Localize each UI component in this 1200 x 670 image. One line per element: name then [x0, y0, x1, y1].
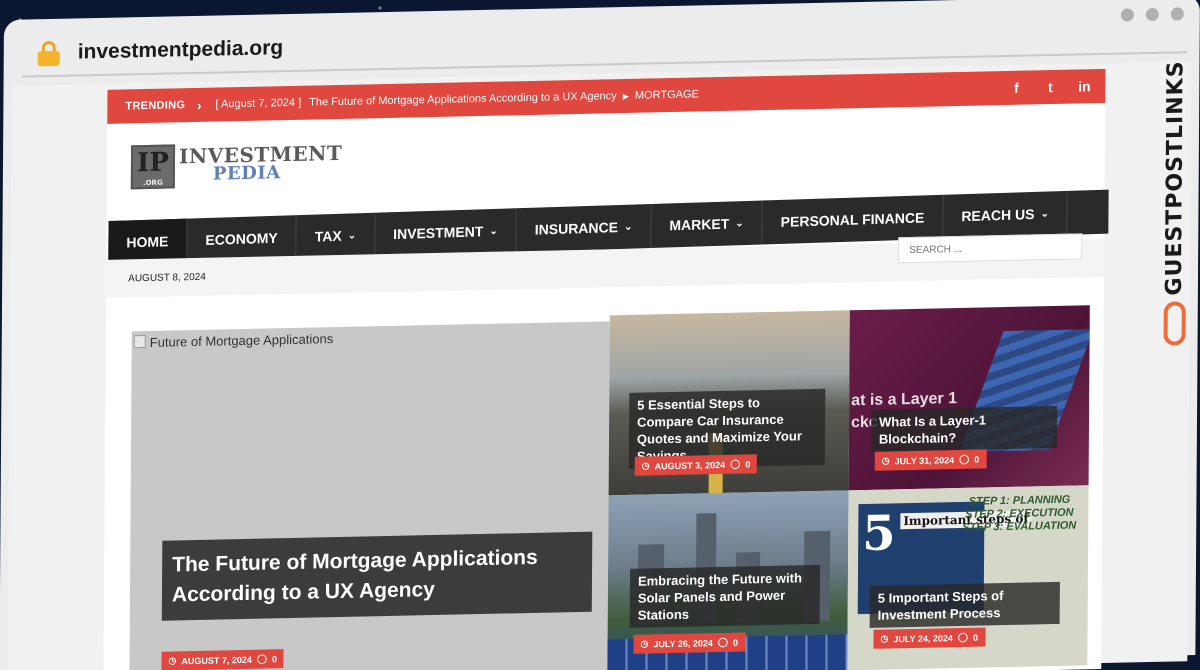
- post-date: JULY 26, 2024: [653, 637, 713, 649]
- clock-icon: ◷: [641, 460, 650, 471]
- page-viewport: TRENDING › [ August 7, 2024 ] The Future…: [7, 61, 1192, 670]
- logo-mark-text: IP: [137, 147, 169, 179]
- logo-mark[interactable]: IP .ORG: [130, 144, 176, 190]
- post-title[interactable]: 5 Important Steps of Investment Process: [869, 581, 1060, 628]
- comment-icon: ◯: [957, 631, 969, 643]
- comment-icon: ◯: [959, 453, 970, 464]
- post-card[interactable]: Embracing the Future with Solar Panels a…: [607, 490, 849, 670]
- trending-category[interactable]: MORTGAGE: [635, 88, 699, 101]
- nav-item-investment[interactable]: INVESTMENT ⌄: [374, 208, 517, 257]
- social-links: f t in: [1009, 78, 1091, 96]
- image-alt-text: Future of Mortgage Applications: [149, 331, 334, 350]
- nav-item-reach-us[interactable]: REACH US ⌄: [943, 190, 1069, 239]
- chevron-down-icon: ⌄: [623, 221, 633, 233]
- linkedin-icon[interactable]: in: [1077, 78, 1091, 94]
- post-meta: ◷ JULY 31, 2024 ◯ 0: [874, 449, 987, 471]
- featured-image: Future of Mortgage Applications: [133, 331, 334, 350]
- nav-item-label: MARKET: [669, 215, 730, 234]
- clock-icon: ◷: [880, 633, 889, 644]
- nav-item-insurance[interactable]: INSURANCE ⌄: [516, 203, 652, 253]
- image-text: 5: [862, 505, 896, 563]
- nav-item-label: INVESTMENT: [393, 223, 484, 243]
- post-card[interactable]: 5 Important steps of STEP 1: PLANNING ST…: [847, 485, 1089, 670]
- post-title[interactable]: Embracing the Future with Solar Panels a…: [629, 564, 821, 628]
- lock-icon: [37, 40, 60, 67]
- link-icon: [1163, 301, 1186, 346]
- post-card[interactable]: at is a Layer 1 ckc What Is a Layer-1 Bl…: [848, 305, 1090, 491]
- logo-mark-sub: .ORG: [142, 178, 163, 188]
- chevron-down-icon: ⌄: [735, 217, 744, 229]
- trending-date: [ August 7, 2024 ]: [215, 96, 302, 111]
- window-dot-icon[interactable]: [1120, 8, 1134, 22]
- trending-label: TRENDING: [125, 99, 186, 113]
- featured-grid: Future of Mortgage Applications The Futu…: [129, 305, 1091, 670]
- clock-icon: ◷: [168, 655, 177, 666]
- post-card[interactable]: 5 Essential Steps to Compare Car Insuran…: [608, 310, 850, 496]
- comment-count[interactable]: 0: [272, 654, 277, 664]
- triangle-right-icon: ▶: [622, 91, 629, 101]
- nav-item-tax[interactable]: TAX ⌄: [296, 212, 376, 260]
- post-meta: ◷ AUGUST 7, 2024 ◯ 0: [161, 649, 285, 670]
- clock-icon: ◷: [881, 455, 890, 466]
- comment-count[interactable]: 0: [974, 454, 979, 464]
- broken-image-icon: [133, 335, 146, 349]
- search-input[interactable]: [898, 233, 1083, 264]
- facebook-icon[interactable]: f: [1009, 80, 1023, 96]
- comment-icon: ◯: [256, 653, 268, 664]
- post-date: AUGUST 7, 2024: [181, 654, 252, 666]
- twitter-icon[interactable]: t: [1043, 79, 1057, 95]
- comment-count[interactable]: 0: [973, 632, 978, 642]
- nav-item-label: INSURANCE: [534, 219, 619, 238]
- trending-link[interactable]: The Future of Mortgage Applications Acco…: [309, 90, 617, 108]
- guestpostlinks-badge: GUESTPOSTLINKS: [1161, 55, 1193, 356]
- current-date: AUGUST 8, 2024: [128, 271, 206, 284]
- website: TRENDING › [ August 7, 2024 ] The Future…: [103, 68, 1109, 670]
- nav-item-label: REACH US: [961, 205, 1035, 225]
- clock-icon: ◷: [640, 638, 649, 649]
- chevron-down-icon: ⌄: [1040, 208, 1049, 220]
- nav-item-label: ECONOMY: [205, 229, 278, 249]
- post-meta: ◷ JULY 24, 2024 ◯ 0: [873, 627, 986, 649]
- featured-post[interactable]: Future of Mortgage Applications The Futu…: [129, 321, 610, 670]
- nav-item-label: HOME: [126, 233, 169, 251]
- nav-item-label: TAX: [314, 227, 342, 245]
- post-date: JULY 31, 2024: [894, 454, 955, 466]
- url-text[interactable]: investmentpedia.org: [78, 36, 284, 64]
- nav-item-label: PERSONAL FINANCE: [780, 209, 925, 230]
- post-meta: ◷ AUGUST 3, 2024 ◯ 0: [634, 454, 758, 476]
- comment-count[interactable]: 0: [745, 459, 750, 469]
- brand-text: GUESTPOSTLINKS: [1161, 60, 1189, 296]
- comment-icon: ◯: [730, 458, 741, 469]
- nav-item-market[interactable]: MARKET ⌄: [651, 200, 763, 248]
- featured-title[interactable]: The Future of Mortgage Applications Acco…: [161, 531, 593, 621]
- comment-count[interactable]: 0: [733, 637, 738, 647]
- chevron-right-icon: ›: [197, 97, 202, 113]
- post-date: AUGUST 3, 2024: [654, 459, 726, 471]
- browser-window: investmentpedia.org TRENDING › [ August …: [0, 0, 1200, 670]
- post-meta: ◷ JULY 26, 2024 ◯ 0: [633, 632, 746, 654]
- image-text: STEP 1: PLANNING STEP 2: EXECUTION STEP …: [962, 493, 1077, 534]
- chevron-down-icon: ⌄: [489, 225, 498, 237]
- post-title[interactable]: What Is a Layer-1 Blockchain?: [870, 405, 1058, 452]
- window-dot-icon[interactable]: [1170, 7, 1184, 21]
- window-controls: [1120, 7, 1184, 22]
- window-dot-icon[interactable]: [1145, 7, 1159, 22]
- chevron-down-icon: ⌄: [347, 229, 357, 242]
- comment-icon: ◯: [717, 636, 729, 648]
- post-date: JULY 24, 2024: [893, 632, 953, 644]
- logo-text-line2[interactable]: PEDIA: [213, 162, 281, 184]
